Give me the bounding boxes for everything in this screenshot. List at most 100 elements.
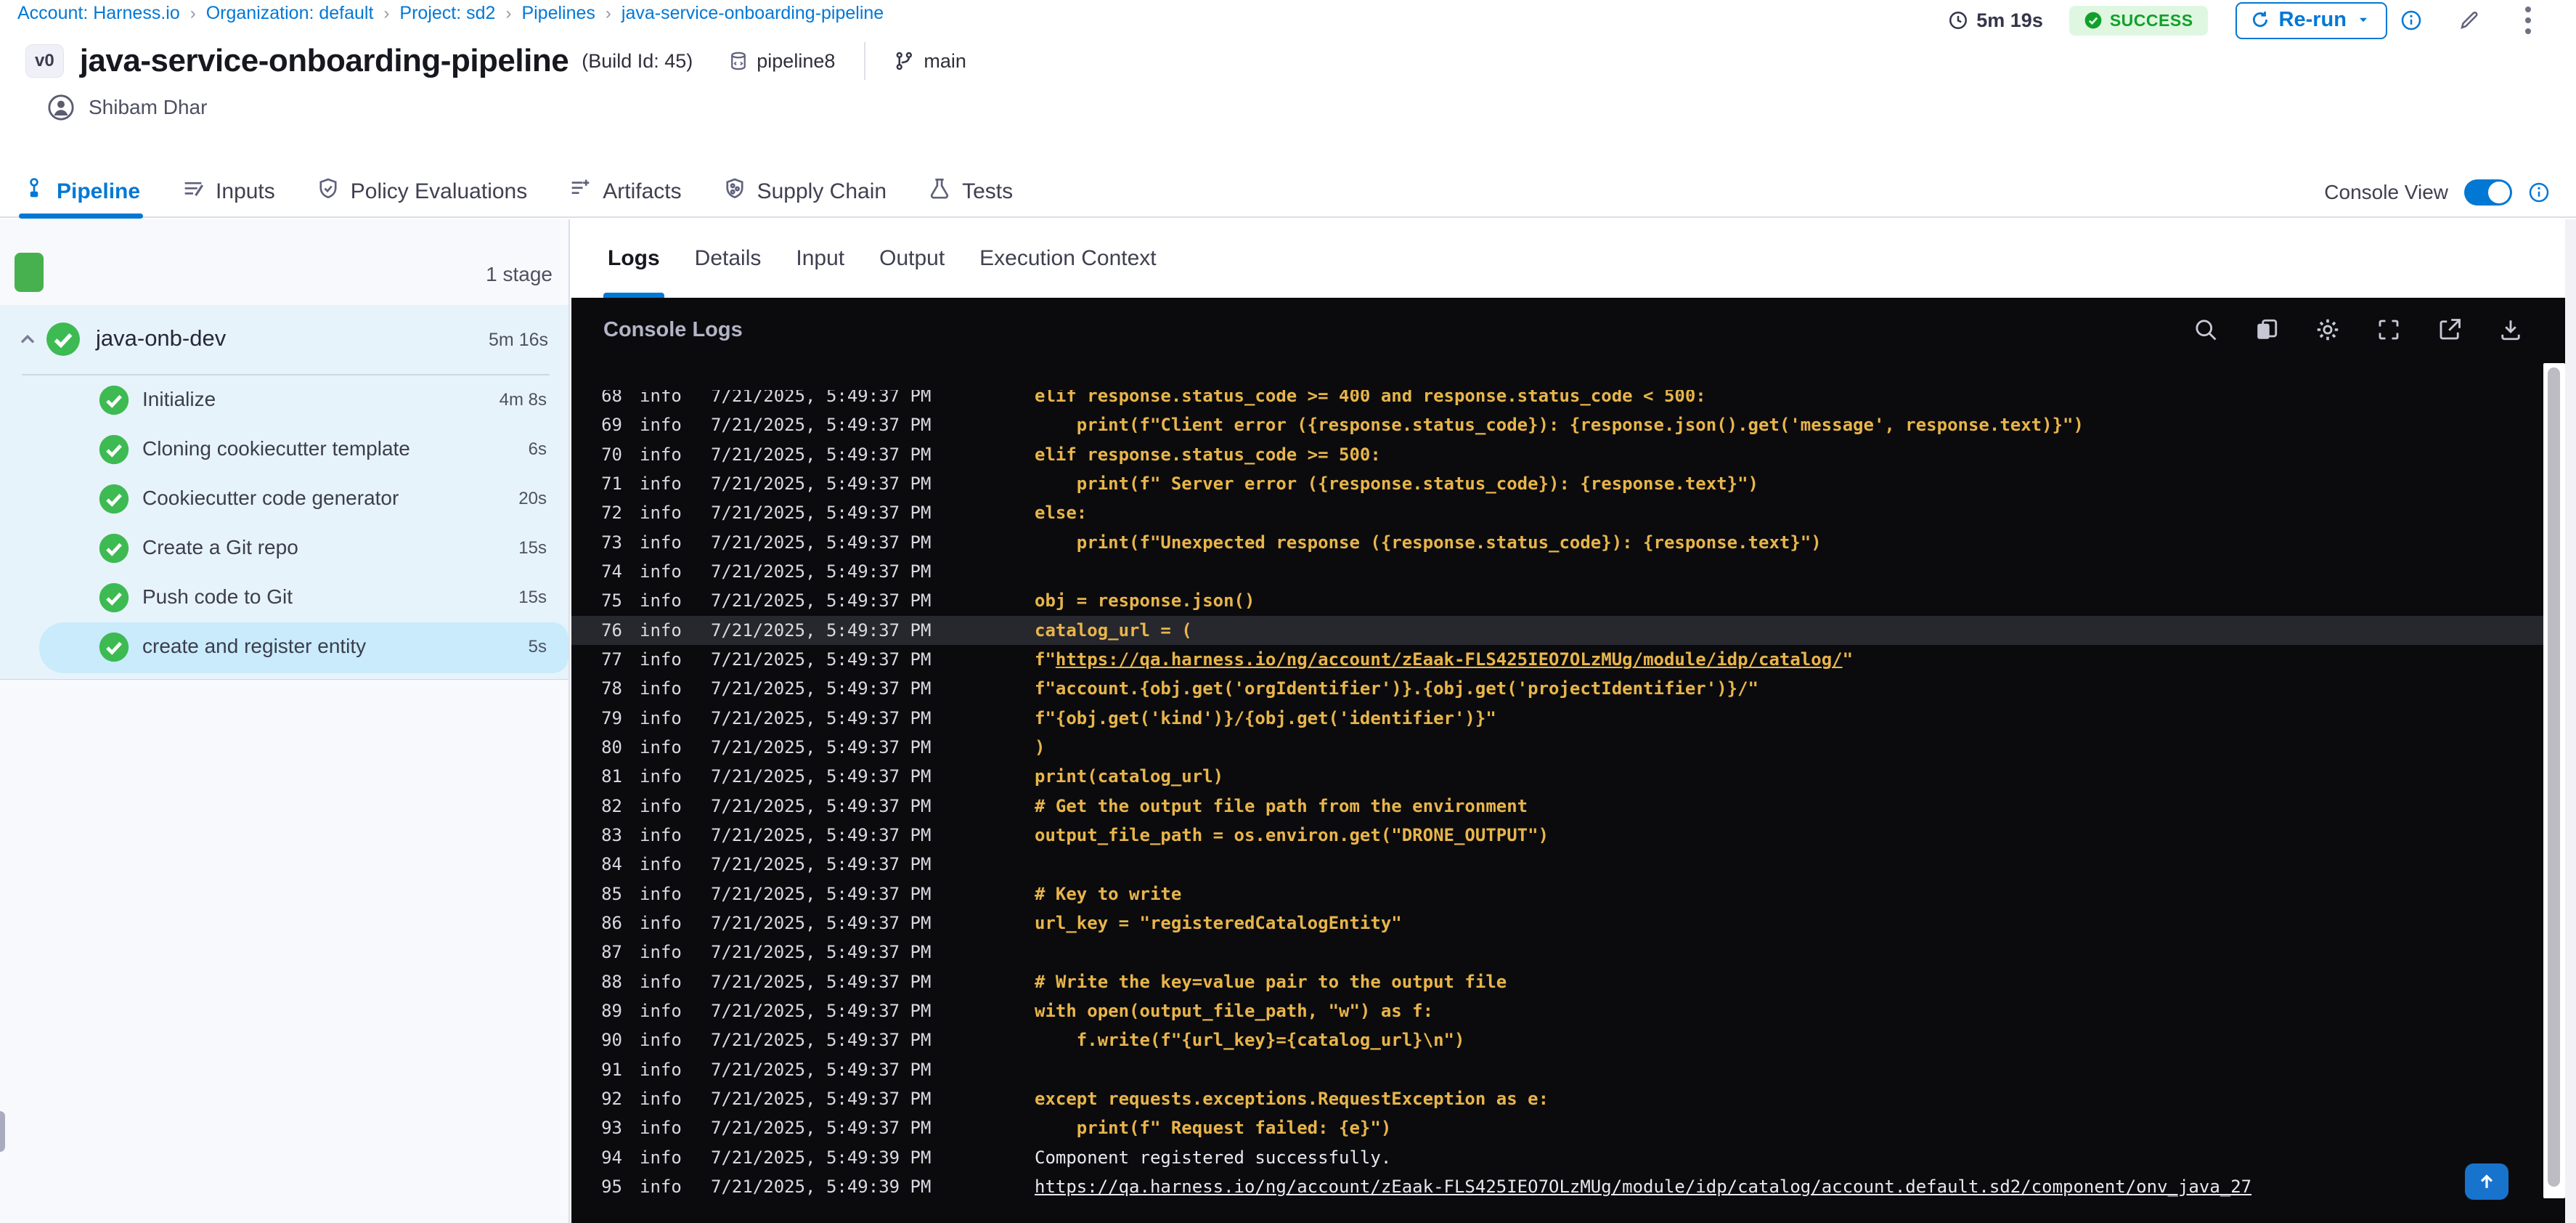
log-tab-execution-context[interactable]: Execution Context <box>979 219 1156 298</box>
tab-label: Pipeline <box>57 179 141 203</box>
log-level: info <box>640 766 682 787</box>
log-level: info <box>640 619 682 641</box>
log-row: 75 info 7/21/2025, 5:49:37 PM obj = respons… <box>571 586 2543 615</box>
step-success-icon <box>98 434 130 466</box>
breadcrumb-item[interactable]: java-service-onboarding-pipeline <box>621 3 884 24</box>
step-row[interactable]: Cookiecutter code generator 20s <box>0 474 568 524</box>
more-options-icon[interactable] <box>2522 4 2534 37</box>
console-header: Console Logs <box>571 298 2565 362</box>
log-line-number: 79 <box>601 707 622 728</box>
run-info-icon[interactable] <box>2399 8 2424 33</box>
stage-count-row: 1 stage <box>0 219 568 305</box>
log-text: obj = response.json() <box>1035 590 1255 612</box>
log-text: print(f" Request failed: {e}") <box>1035 1118 1392 1139</box>
branch-chip[interactable]: main <box>893 50 966 73</box>
tab-artifacts[interactable]: Artifacts <box>568 166 682 217</box>
stage-row[interactable]: java-onb-dev 5m 16s <box>0 305 568 374</box>
log-level: info <box>640 737 682 758</box>
step-row[interactable]: Initialize 4m 8s <box>0 375 568 425</box>
version-badge[interactable]: v0 <box>25 44 64 78</box>
console-view-toggle[interactable] <box>2464 179 2512 206</box>
log-timestamp: 7/21/2025, 5:49:37 PM <box>711 825 932 846</box>
log-line-number: 73 <box>601 532 622 553</box>
step-row[interactable]: Create a Git repo 15s <box>0 524 568 573</box>
log-line-number: 89 <box>601 1001 622 1022</box>
step-success-icon <box>98 582 130 614</box>
step-row[interactable]: Push code to Git 15s <box>0 573 568 622</box>
log-timestamp: 7/21/2025, 5:49:37 PM <box>711 503 932 524</box>
log-row: 70 info 7/21/2025, 5:49:37 PM elif response… <box>571 440 2543 469</box>
log-timestamp: 7/21/2025, 5:49:37 PM <box>711 678 932 699</box>
open-in-new-icon[interactable] <box>2436 316 2463 344</box>
log-level: info <box>640 825 682 846</box>
step-row[interactable]: create and register entity 5s <box>0 622 568 673</box>
chevron-up-icon[interactable] <box>16 328 39 352</box>
stage-duration: 5m 16s <box>489 330 548 350</box>
tab-tests[interactable]: Tests <box>927 166 1013 217</box>
step-name: Push code to Git <box>142 585 293 608</box>
log-row: 92 info 7/21/2025, 5:49:37 PM except reques… <box>571 1084 2543 1113</box>
log-level: info <box>640 444 682 465</box>
step-duration: 6s <box>528 439 547 459</box>
log-text: else: <box>1035 503 1088 524</box>
rerun-button[interactable]: Re-run <box>2235 1 2387 39</box>
log-row: 81 info 7/21/2025, 5:49:37 PM print(catalog… <box>571 762 2543 791</box>
log-timestamp: 7/21/2025, 5:49:37 PM <box>711 707 932 728</box>
artifacts-icon <box>568 176 592 207</box>
console-toolbar <box>2192 298 2524 362</box>
log-tab-details[interactable]: Details <box>695 219 762 298</box>
console-scrollbar-thumb[interactable] <box>2548 367 2560 1187</box>
log-line-number: 91 <box>601 1059 622 1080</box>
log-tab-output[interactable]: Output <box>879 219 945 298</box>
console-view-info-icon[interactable] <box>2528 182 2550 203</box>
copy-icon[interactable] <box>2253 316 2281 344</box>
step-name: Create a Git repo <box>142 536 298 558</box>
log-text: # Key to write <box>1035 883 1182 904</box>
clock-icon <box>1949 11 1968 30</box>
tests-icon <box>927 176 952 207</box>
breadcrumb-separator: › <box>505 3 512 23</box>
log-row: 91 info 7/21/2025, 5:49:37 PM <box>571 1055 2543 1084</box>
breadcrumb-item[interactable]: Pipelines <box>521 3 595 24</box>
breadcrumb-item[interactable]: Account: Harness.io <box>17 3 180 24</box>
page-scroll-area[interactable] <box>2565 219 2576 1223</box>
log-tab-logs[interactable]: Logs <box>603 219 664 298</box>
drawer-handle[interactable] <box>0 1111 5 1152</box>
log-row: 90 info 7/21/2025, 5:49:37 PM f.write(f"{u… <box>571 1025 2543 1055</box>
arrow-up-icon <box>2480 1174 2493 1188</box>
settings-icon[interactable] <box>2314 316 2341 344</box>
fullscreen-icon[interactable] <box>2375 316 2402 344</box>
log-link[interactable]: https://qa.harness.io/ng/account/zEaak-F… <box>1056 649 1843 670</box>
stage-status-square[interactable] <box>15 253 44 292</box>
tab-inputs[interactable]: Inputs <box>181 166 275 217</box>
download-icon[interactable] <box>2497 316 2524 344</box>
log-tab-input[interactable]: Input <box>796 219 844 298</box>
log-line-number: 78 <box>601 678 622 699</box>
log-row: 89 info 7/21/2025, 5:49:37 PM with open(out… <box>571 996 2543 1025</box>
search-icon[interactable] <box>2192 316 2220 344</box>
tab-policy-evaluations[interactable]: Policy Evaluations <box>316 166 527 217</box>
stage-panel: 1 stage java-onb-dev 5m 16s Initialize 4m… <box>0 219 570 1223</box>
console-scrollbar[interactable] <box>2543 363 2565 1198</box>
log-timestamp: 7/21/2025, 5:49:37 PM <box>711 1059 932 1080</box>
tab-supply-chain[interactable]: Supply Chain <box>722 166 886 217</box>
log-line-number: 77 <box>601 649 622 670</box>
log-level: info <box>640 415 682 436</box>
log-row: 80 info 7/21/2025, 5:49:37 PM) <box>571 733 2543 762</box>
log-timestamp: 7/21/2025, 5:49:37 PM <box>711 854 932 875</box>
log-row: 74 info 7/21/2025, 5:49:37 PM <box>571 557 2543 586</box>
breadcrumb-separator: › <box>605 3 611 23</box>
breadcrumb-item[interactable]: Project: sd2 <box>399 3 495 24</box>
step-success-icon <box>98 532 130 564</box>
scroll-top-button[interactable] <box>2465 1163 2508 1200</box>
pipeline-tag[interactable]: pipeline8 <box>727 50 835 73</box>
log-line-number: 70 <box>601 444 622 465</box>
log-line-number: 94 <box>601 1147 622 1168</box>
breadcrumb-item[interactable]: Organization: default <box>206 3 374 24</box>
log-link[interactable]: https://qa.harness.io/ng/account/zEaak-F… <box>1035 1177 2251 1197</box>
tab-pipeline[interactable]: Pipeline <box>18 166 144 219</box>
log-row: 77 info 7/21/2025, 5:49:37 PM f"https://qa.… <box>571 645 2543 674</box>
edit-pencil-icon[interactable] <box>2457 8 2482 33</box>
log-level: info <box>640 942 682 963</box>
step-row[interactable]: Cloning cookiecutter template 6s <box>0 425 568 474</box>
